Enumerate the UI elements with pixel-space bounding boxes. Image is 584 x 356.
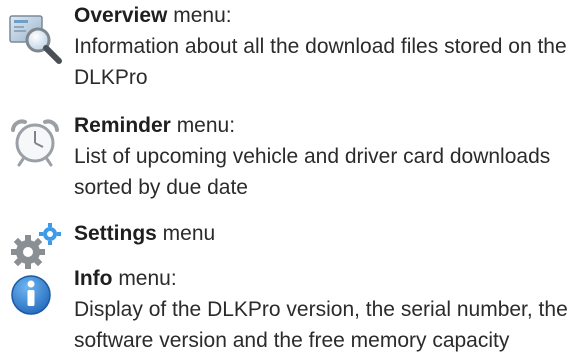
info-suffix: menu:	[112, 267, 177, 290]
overview-suffix: menu:	[167, 4, 232, 27]
info-text: Info menu: Display of the DLKPro version…	[74, 263, 580, 356]
reminder-description: List of upcoming vehicle and driver card…	[74, 145, 551, 199]
overview-magnifier-icon	[4, 14, 66, 66]
info-title: Info	[74, 267, 113, 290]
overview-title: Overview	[74, 4, 168, 27]
overview-description: Information about all the download files…	[74, 35, 567, 89]
alarm-clock-icon	[4, 116, 66, 168]
settings-suffix: menu	[156, 222, 216, 245]
reminder-suffix: menu:	[170, 114, 236, 137]
info-description: Display of the DLKPro version, the seria…	[74, 298, 568, 352]
menu-list: Overview menu: Information about all the…	[0, 0, 584, 352]
overview-text: Overview menu: Information about all the…	[74, 0, 580, 93]
info-icon	[4, 269, 66, 321]
reminder-title: Reminder	[74, 114, 171, 137]
settings-text: Settings menu	[74, 218, 580, 249]
gears-icon	[4, 220, 66, 272]
settings-title: Settings	[74, 222, 157, 245]
reminder-text: Reminder menu: List of upcoming vehicle …	[74, 110, 580, 203]
